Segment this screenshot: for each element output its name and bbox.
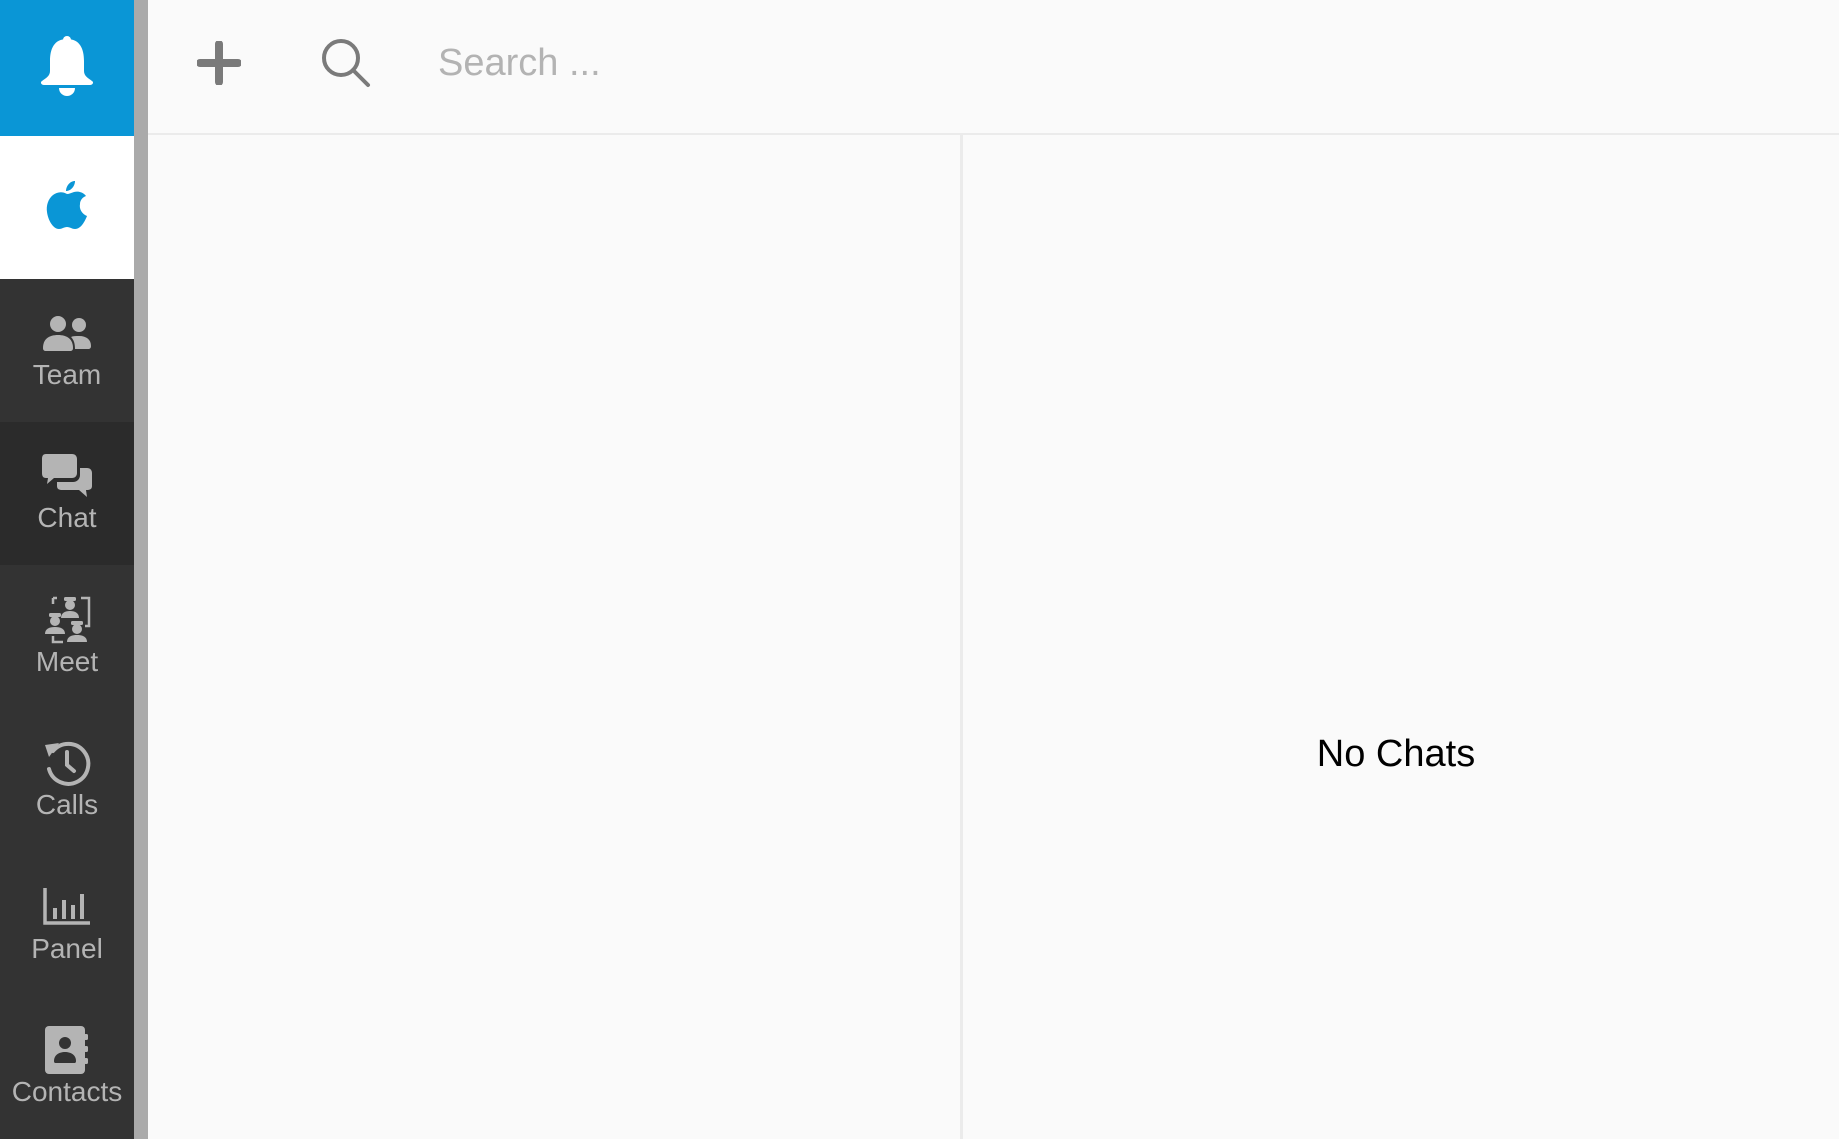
- sidebar-item-label: Team: [32, 358, 102, 390]
- sidebar-item-panel[interactable]: Panel: [0, 853, 134, 996]
- bar-chart-icon: [43, 885, 91, 929]
- sidebar-item-meet[interactable]: Meet: [0, 566, 134, 709]
- sidebar-item-label: Panel: [31, 932, 103, 964]
- history-clock-icon: [43, 741, 91, 786]
- sidebar-item-label: Calls: [35, 788, 99, 820]
- sidebar-item-label: Chat: [37, 501, 97, 533]
- bell-icon: [39, 35, 95, 102]
- chat-main-pane: No Chats: [963, 135, 1839, 1139]
- chat-bubbles-icon: [42, 453, 92, 498]
- team-icon: [42, 311, 92, 355]
- search-button[interactable]: [318, 37, 374, 93]
- search-input[interactable]: [438, 38, 1138, 88]
- search-icon: [320, 37, 372, 94]
- top-toolbar: [148, 0, 1839, 135]
- address-book-icon: [45, 1025, 89, 1074]
- sidebar-item-label: Contacts: [11, 1075, 123, 1107]
- sidebar-scrollbar[interactable]: [134, 0, 148, 1139]
- sidebar-item-chat[interactable]: Chat: [0, 422, 134, 565]
- sidebar-item-team[interactable]: Team: [0, 279, 134, 422]
- notifications-button[interactable]: [0, 0, 134, 136]
- empty-state-message: No Chats: [1316, 733, 1476, 775]
- sidebar-item-contacts[interactable]: Contacts: [0, 996, 134, 1139]
- app-window: Team Chat Meet Calls Panel Contacts Sear…: [0, 0, 1839, 1139]
- sidebar: Team Chat Meet Calls Panel Contacts: [0, 0, 134, 1139]
- sidebar-item-label: Meet: [35, 645, 99, 677]
- plus-icon: [196, 39, 242, 90]
- add-chat-button[interactable]: [194, 39, 244, 90]
- meeting-icon: [43, 596, 91, 643]
- apple-logo-icon: [45, 179, 89, 236]
- chat-list-pane: [148, 135, 960, 1139]
- brand-logo: [0, 136, 134, 279]
- sidebar-item-calls[interactable]: Calls: [0, 709, 134, 852]
